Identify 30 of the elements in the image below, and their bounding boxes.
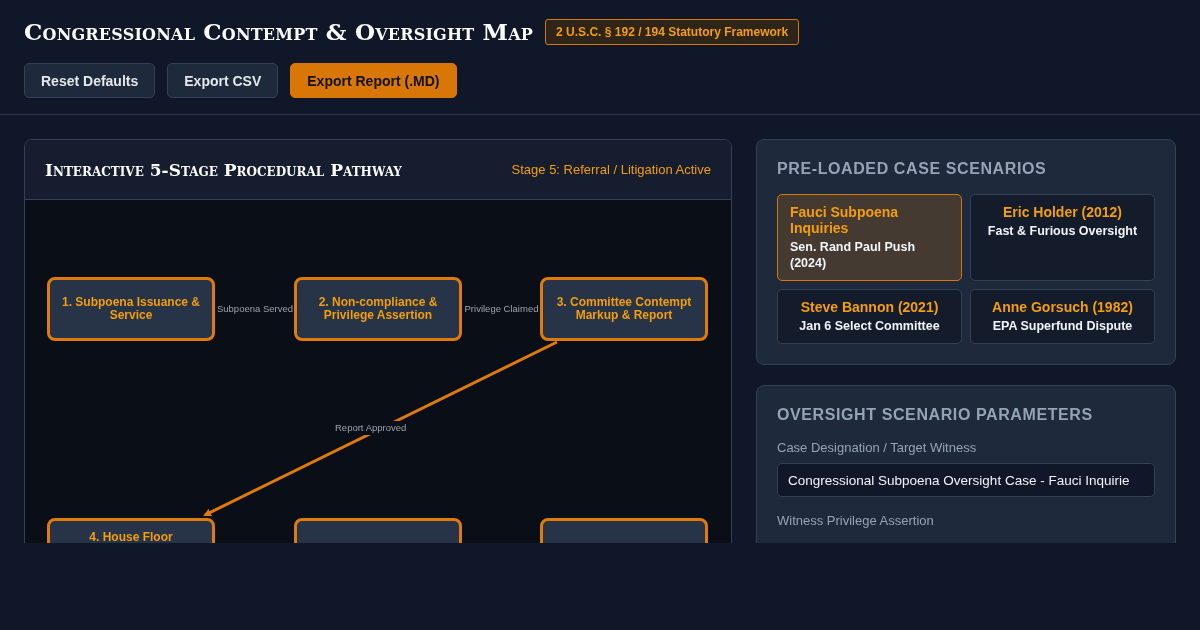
stage-node[interactable]: 2. Non-compliance & Privilege Assertion — [294, 277, 462, 341]
scenario-name: Steve Bannon (2021) — [800, 299, 939, 315]
scenario-card[interactable]: Eric Holder (2012) Fast & Furious Oversight — [970, 194, 1155, 281]
scenario-subtitle: Jan 6 Select Committee — [799, 318, 940, 334]
scenario-card[interactable]: Fauci Subpoena Inquiries Sen. Rand Paul Push (2024) — [777, 194, 962, 281]
page-title: Congressional Contempt & Oversight Map — [24, 18, 534, 45]
scenario-subtitle: EPA Superfund Dispute — [992, 318, 1133, 334]
scenario-subtitle: Sen. Rand Paul Push (2024) — [790, 239, 917, 271]
pathway-title: Interactive 5-Stage Procedural Pathway — [45, 159, 402, 180]
scenario-card[interactable]: Anne Gorsuch (1982) EPA Superfund Dispute — [970, 289, 1155, 344]
scenario-subtitle: Fast & Furious Oversight — [987, 223, 1138, 239]
scenario-name: Eric Holder (2012) — [1002, 204, 1123, 220]
stage-node[interactable]: 4. House Floor — [47, 518, 215, 543]
input-field[interactable]: Congressional Subpoena Oversight Case - Fauci Inquirie — [777, 463, 1155, 497]
stage-status: Stage 5: Referral / Litigation Active — [511, 162, 711, 177]
edge-label: Privilege Claimed — [463, 302, 540, 316]
export-report-button[interactable]: Export Report (.MD) — [290, 63, 457, 98]
field-label: Case Designation / Target Witness — [777, 440, 978, 455]
scenario-card[interactable]: Steve Bannon (2021) Jan 6 Select Committee — [777, 289, 962, 344]
scenario-name: Fauci Subpoena Inquiries — [790, 204, 900, 236]
section-heading: PRE-LOADED CASE SCENARIOS — [777, 160, 1048, 178]
stage-node[interactable]: 1. Subpoena Issuance & Service — [47, 277, 215, 341]
section-heading: OVERSIGHT SCENARIO PARAMETERS — [777, 406, 1094, 424]
edge-label: Subpoena Served — [216, 302, 294, 316]
toolbar-button[interactable]: Reset Defaults — [24, 63, 156, 98]
field-label: Witness Privilege Assertion — [777, 513, 935, 528]
toolbar-button[interactable]: Export CSV — [167, 63, 279, 98]
statute-badge: 2 U.S.C. § 192 / 194 Statutory Framework — [545, 18, 800, 45]
stage-node[interactable]: 3. Committee Contempt Markup & Report — [540, 277, 708, 341]
scenario-name: Anne Gorsuch (1982) — [992, 299, 1133, 315]
